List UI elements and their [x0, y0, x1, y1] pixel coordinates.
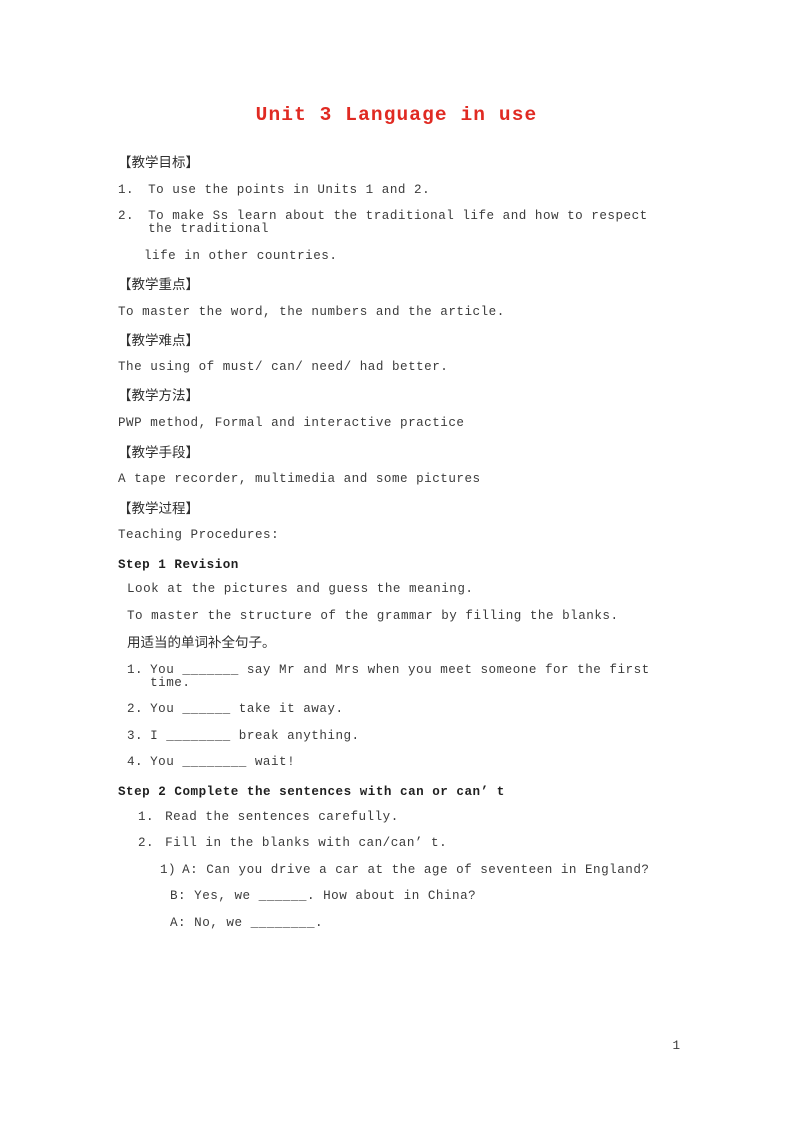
list-item: 3. I ________ break anything.: [118, 730, 675, 743]
section-body-difficult-points: The using of must/ can/ need/ had better…: [118, 359, 449, 374]
list-text: You _______ say Mr and Mrs when you meet…: [150, 663, 658, 690]
list-text: Read the sentences carefully.: [165, 809, 399, 824]
step-1-heading: Step 1 Revision: [118, 557, 239, 572]
list-item: 1. Read the sentences carefully.: [118, 809, 675, 824]
step-2-heading: Step 2 Complete the sentences with can o…: [118, 784, 505, 799]
section-body-aids: A tape recorder, multimedia and some pic…: [118, 472, 481, 487]
page-number: 1: [672, 1039, 680, 1053]
page-title: Unit 3 Language in use: [255, 104, 538, 126]
section-heading-aids: 【教学手段】: [118, 444, 199, 461]
list-marker: 3.: [127, 728, 144, 743]
list-marker: 2.: [127, 702, 144, 717]
list-item: 2. To make Ss learn about the traditiona…: [118, 210, 675, 235]
list-marker: 4.: [127, 755, 144, 770]
step-1-cn-instruction: 用适当的单词补全句子。: [127, 634, 276, 651]
list-marker: 2.: [118, 209, 135, 224]
list-text: I ________ break anything.: [150, 728, 360, 743]
list-marker: 1): [160, 862, 177, 877]
list-marker: 1.: [127, 663, 144, 678]
section-body-procedure: Teaching Procedures:: [118, 528, 280, 543]
document-page: Unit 3 Language in use 【教学目标】 1. To use …: [0, 0, 793, 1122]
section-body-methods: PWP method, Formal and interactive pract…: [118, 415, 465, 430]
dialogue-text: A: No, we ________.: [170, 915, 324, 930]
dialogue-text: A: Can you drive a car at the age of sev…: [182, 862, 650, 877]
list-text: To make Ss learn about the traditional l…: [148, 209, 656, 237]
section-heading-procedure: 【教学过程】: [118, 500, 199, 517]
step-1-line-2: To master the structure of the grammar b…: [127, 608, 619, 623]
section-heading-key-points: 【教学重点】: [118, 277, 199, 294]
list-text: You ______ take it away.: [150, 702, 344, 717]
list-item: 1. To use the points in Units 1 and 2.: [118, 184, 675, 197]
list-marker: 2.: [138, 836, 155, 851]
list-text: To use the points in Units 1 and 2.: [148, 182, 431, 197]
section-body-key-points: To master the word, the numbers and the …: [118, 304, 505, 319]
list-item: 2. Fill in the blanks with can/can’ t.: [118, 837, 675, 850]
list-marker: 1.: [138, 809, 155, 824]
list-item: 2. You ______ take it away.: [118, 703, 675, 716]
list-text-continuation: life in other countries.: [144, 248, 338, 263]
list-marker: 1.: [118, 182, 135, 197]
section-heading-methods: 【教学方法】: [118, 388, 199, 405]
list-text: You ________ wait!: [150, 755, 296, 770]
section-heading-difficult-points: 【教学难点】: [118, 333, 199, 350]
list-item: 1. You _______ say Mr and Mrs when you m…: [118, 664, 675, 689]
dialogue-text: B: Yes, we ______. How about in China?: [170, 889, 477, 904]
list-text: Fill in the blanks with can/can’ t.: [165, 836, 448, 851]
dialogue-item: 1) A: Can you drive a car at the age of …: [118, 864, 675, 877]
step-1-line-1: Look at the pictures and guess the meani…: [127, 582, 474, 597]
list-item: 4. You ________ wait!: [118, 756, 675, 769]
section-heading-objectives: 【教学目标】: [118, 155, 199, 172]
